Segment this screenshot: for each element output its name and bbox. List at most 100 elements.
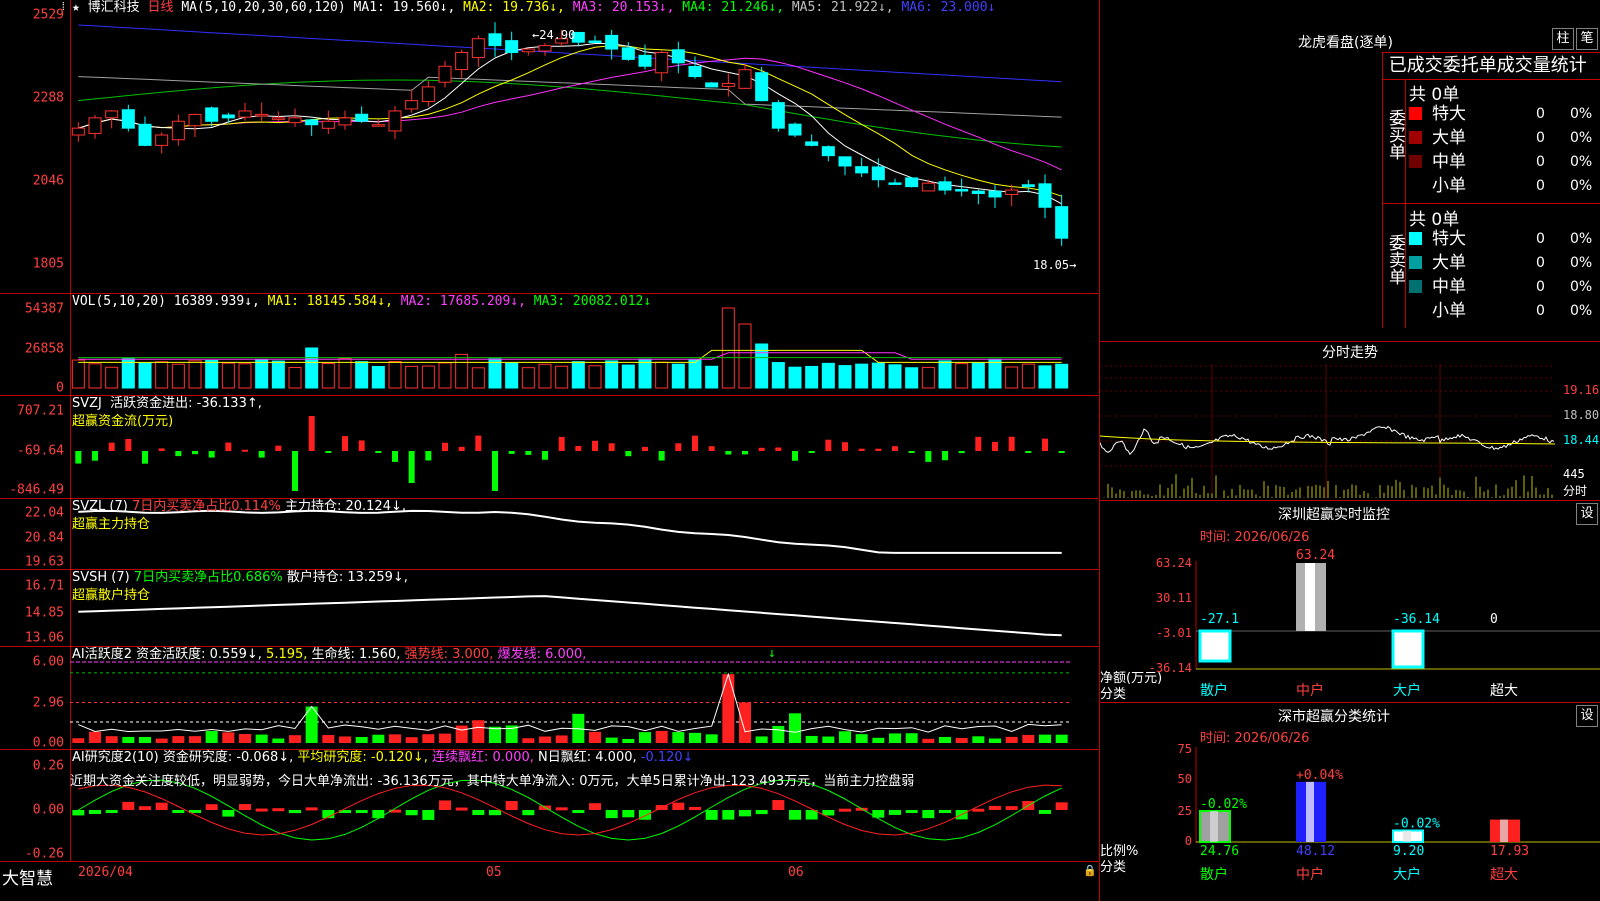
flow-bar: [542, 451, 548, 460]
menu-icon[interactable]: ⁞: [60, 0, 67, 14]
svzj-chart: [75, 416, 1065, 491]
svsh-panel[interactable]: 16.71 14.85 13.06 SVSH (7) 7日内买卖净占比0.686…: [0, 570, 1098, 647]
order-type: 小单: [1432, 301, 1466, 321]
bar-highlight: [1403, 830, 1411, 842]
candle-body: [621, 47, 635, 60]
color-swatch: [1409, 280, 1422, 293]
activity-bar: [955, 737, 968, 743]
ytick: -0.26: [24, 846, 64, 862]
activity-bar: [372, 734, 385, 743]
order-pct: 0%: [1570, 130, 1593, 146]
category-label: 大户: [1393, 682, 1421, 699]
candle-body: [988, 190, 1002, 198]
research-bar: [505, 801, 518, 810]
brand-logo[interactable]: 大智慧: [2, 864, 53, 889]
price-line: [1100, 425, 1555, 456]
order-row: 特大 0 0%: [1406, 228, 1600, 250]
ytick: 16.71: [24, 578, 64, 594]
svzl-panel[interactable]: 22.04 20.84 19.63 SVZL (7) 7日内买卖净占比0.114…: [0, 499, 1098, 570]
vol-bar: [888, 364, 902, 389]
time-axis: 大智慧 2026/04 05 06 🔒: [0, 861, 1098, 901]
flow-bar: [392, 451, 398, 462]
order-count: 0: [1536, 255, 1545, 271]
order-pct: 0%: [1570, 231, 1593, 247]
sz-monitor-panel[interactable]: 深圳超赢实时监控 设 时间: 2026/06/26 63.24 30.11 -3.0…: [1099, 500, 1600, 702]
candle-body: [355, 113, 369, 122]
ma-line: [78, 79, 1062, 148]
bar-mode-button[interactable]: 柱: [1552, 28, 1574, 50]
research-bar: [489, 810, 501, 816]
kline-panel[interactable]: 2529 2288 2046 1805 ⁞ ★ 博汇科技 日线 MA(5,10,…: [0, 0, 1098, 294]
flow-bar: [525, 451, 532, 455]
vol-bar: [855, 363, 869, 389]
activity-bar: [255, 734, 268, 743]
flow-bar: [508, 451, 515, 454]
vol-bar: [371, 366, 385, 389]
activity-bar: [139, 736, 151, 743]
candle-body: [671, 49, 685, 64]
vol-bar: [388, 361, 402, 389]
flow-bar: [592, 440, 598, 451]
order-type: 小单: [1432, 176, 1466, 196]
intraday-panel[interactable]: 分时走势 19.16 18.80 18.44 445 分时: [1099, 342, 1600, 500]
vol-bar: [288, 367, 302, 389]
sz-monitor-chart: 63.2430.11-3.01-36.14-27.163.24-36.14 0散户…: [1149, 548, 1600, 699]
order-row: 中单 0 0%: [1406, 151, 1600, 173]
candle-body: [938, 181, 952, 191]
flow-bar: [942, 451, 948, 461]
order-count: 0: [1536, 178, 1545, 194]
svzj-subheader: 超赢资金流(万元): [72, 414, 174, 429]
flow-bar: [442, 442, 448, 451]
activity-bar: [222, 732, 235, 743]
candle-body: [771, 102, 785, 129]
activity-bar: [389, 734, 401, 743]
order-type: 大单: [1432, 128, 1466, 148]
ma-line: [78, 349, 1062, 363]
candle-body: [738, 69, 752, 89]
flow-bar: [492, 451, 498, 491]
ytick: 26858: [24, 341, 64, 357]
sz-stats-panel[interactable]: 深市超赢分类统计 设 时间: 2026/06/26 75 50 25 0 -0.02% +…: [1099, 702, 1600, 901]
vol-bar: [805, 365, 819, 389]
activity-bar: [972, 736, 985, 743]
activity-bar: [555, 735, 568, 743]
flow-bar: [425, 451, 432, 461]
flow-bar: [275, 445, 282, 451]
ai-research-panel[interactable]: 0.26 0.00 -0.26 AI研究度2(10) 资金研究度: -0.068…: [0, 750, 1098, 862]
ytick: 50: [1178, 772, 1192, 786]
candle-body: [821, 146, 835, 157]
activity-bar: [939, 736, 951, 743]
activity-bar: [589, 731, 601, 743]
candle-body: [1021, 184, 1035, 188]
candle-body: [1055, 206, 1069, 239]
activity-bar: [839, 731, 851, 743]
dragon-tabs[interactable]: 已成交委托单成交量统计: [1382, 52, 1600, 80]
svzj-panel[interactable]: 707.21 -69.64 -846.49 SVZJ 活跃资金进出: -36.1…: [0, 396, 1098, 499]
activity-bar: [455, 725, 468, 743]
ai2-header: AI研究度2(10) 资金研究度: -0.068↓, 平均研究度: -0.120…: [72, 750, 694, 765]
vol-panel[interactable]: 54387 26858 0 VOL(5,10,20) 16389.939↓, M…: [0, 294, 1098, 396]
candle-body: [488, 33, 502, 47]
vol-bar: [355, 361, 369, 389]
ytick: 22.04: [24, 505, 64, 521]
tick-mode-button[interactable]: 笔: [1576, 28, 1598, 50]
research-bar: [439, 800, 451, 810]
order-pct: 0%: [1570, 279, 1593, 295]
activity-bar: [639, 732, 651, 743]
candle-body: [388, 110, 402, 132]
vol-bar: [505, 362, 519, 389]
sell-total: 共 0单: [1409, 210, 1460, 230]
dragon-tiger-panel[interactable]: 龙虎看盘(逐单) 柱 笔 已成交委托单成交量统计 委买单 共 0单 特大 0 0…: [1099, 0, 1600, 342]
order-row: 中单 0 0%: [1406, 276, 1600, 298]
order-count: 0: [1536, 106, 1545, 122]
research-bar: [972, 808, 985, 812]
activity-bar: [1022, 734, 1035, 743]
activity-bar: [122, 736, 135, 743]
flow-bar: [208, 451, 215, 458]
vol-bar: [538, 363, 552, 389]
period-label[interactable]: 日线: [148, 0, 174, 15]
lock-icon[interactable]: 🔒: [1083, 864, 1097, 877]
research-bar: [572, 810, 585, 813]
ai-activity-panel[interactable]: 6.00 2.96 0.00 AI活跃度2 资金活跃度: 0.559↓, 5.1…: [0, 646, 1098, 751]
candle-body: [921, 182, 935, 192]
